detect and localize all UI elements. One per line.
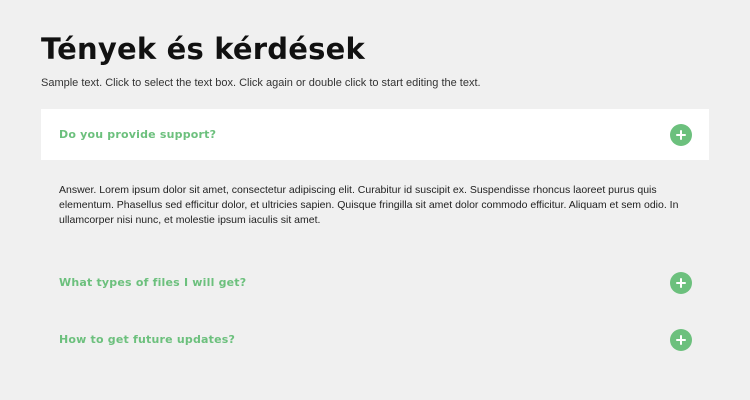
faq-question: How to get future updates? (59, 333, 236, 346)
faq-item-updates[interactable]: How to get future updates? (41, 314, 709, 365)
page-subtitle[interactable]: Sample text. Click to select the text bo… (41, 77, 481, 89)
plus-circle-icon[interactable] (670, 328, 692, 351)
faq-question: What types of files I will get? (59, 276, 247, 289)
plus-circle-icon[interactable] (670, 123, 692, 146)
page-title: Tények és kérdések (41, 32, 365, 66)
faq-item-file-types[interactable]: What types of files I will get? (41, 257, 709, 308)
plus-circle-icon[interactable] (670, 271, 692, 294)
faq-item-support[interactable]: Do you provide support? (41, 109, 709, 160)
faq-question: Do you provide support? (59, 128, 217, 141)
faq-answer: Answer. Lorem ipsum dolor sit amet, cons… (59, 184, 679, 226)
faq-section: Tények és kérdések Sample text. Click to… (0, 0, 750, 400)
